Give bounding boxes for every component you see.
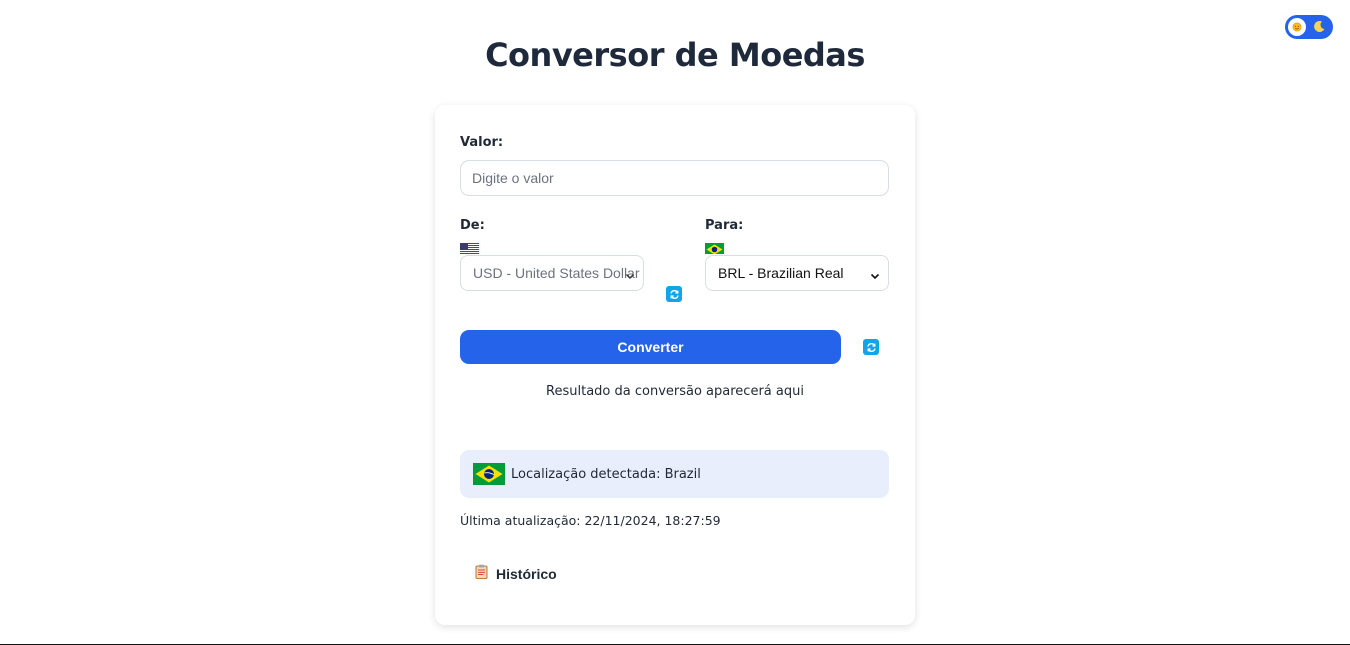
clipboard-icon (475, 564, 488, 583)
swap-icon (866, 342, 876, 352)
moon-icon (1313, 18, 1326, 37)
to-currency-select[interactable]: BRL - Brazilian Real (705, 255, 889, 291)
from-currency-select[interactable]: USD - United States Dollar (460, 255, 644, 291)
refresh-button[interactable] (863, 339, 879, 355)
amount-label: Valor: (460, 135, 504, 150)
page-title: Conversor de Moedas (485, 36, 865, 74)
from-currency-value: USD - United States Dollar (473, 265, 640, 281)
swap-icon (669, 289, 679, 299)
converter-card: Valor: De: USD - United States Dollar (435, 105, 915, 625)
history-toggle[interactable]: Histórico (475, 564, 557, 583)
to-label: Para: (705, 218, 744, 233)
swap-currencies-button[interactable] (666, 286, 682, 302)
from-label: De: (460, 218, 485, 233)
conversion-result: Resultado da conversão aparecerá aqui (546, 384, 804, 399)
to-currency-value: BRL - Brazilian Real (718, 265, 844, 281)
br-flag-icon (705, 241, 724, 254)
us-flag-icon (460, 241, 479, 254)
location-banner: Localização detectada: Brazil (460, 450, 889, 498)
chevron-down-icon (625, 268, 635, 280)
convert-button[interactable]: Converter (460, 330, 841, 364)
sun-icon (1288, 18, 1306, 36)
br-flag-icon (473, 463, 505, 485)
last-update: Última atualização: 22/11/2024, 18:27:59 (460, 513, 721, 528)
history-label: Histórico (496, 565, 557, 582)
location-text: Localização detectada: Brazil (511, 466, 701, 482)
chevron-down-icon (870, 268, 880, 280)
amount-input[interactable] (460, 160, 889, 196)
